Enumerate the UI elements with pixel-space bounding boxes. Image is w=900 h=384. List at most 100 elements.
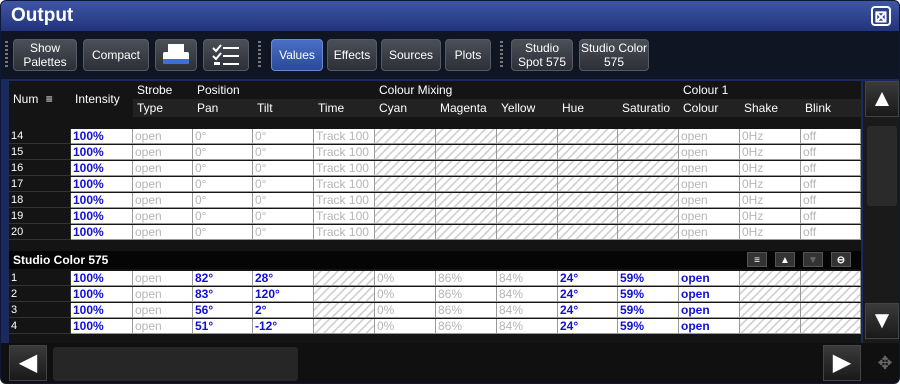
scroll-down-icon[interactable]: ▼ <box>865 303 899 339</box>
magenta-cell[interactable]: 86% <box>436 271 497 286</box>
tilt-cell[interactable]: 0° <box>253 161 314 176</box>
resize-grip-icon[interactable]: ✥ <box>873 351 897 375</box>
cyan-cell[interactable]: 0% <box>375 271 436 286</box>
tab-effects[interactable]: Effects <box>327 39 377 71</box>
tilt-cell[interactable]: 0° <box>253 209 314 224</box>
blink-cell[interactable] <box>801 287 861 302</box>
table-row[interactable]: 1 100% open 82° 28° 0% 86% 84% 24° 59% o… <box>9 271 861 287</box>
time-cell[interactable] <box>314 319 375 334</box>
pan-cell[interactable]: 0° <box>193 209 253 224</box>
magenta-cell[interactable] <box>436 209 497 224</box>
saturation-cell[interactable] <box>618 225 679 240</box>
blink-cell[interactable]: off <box>801 145 861 160</box>
colour-cell[interactable]: open <box>679 145 740 160</box>
toolbar-grip[interactable] <box>500 41 503 69</box>
position-header[interactable]: Position <box>193 81 375 99</box>
pan-cell[interactable]: 56° <box>193 303 253 318</box>
hue-cell[interactable] <box>558 177 618 192</box>
magenta-cell[interactable] <box>436 225 497 240</box>
pan-cell[interactable]: 83° <box>193 287 253 302</box>
hue-cell[interactable] <box>558 209 618 224</box>
shake-header[interactable]: Shake <box>740 99 801 117</box>
magenta-header[interactable]: Magenta <box>436 99 497 117</box>
tilt-cell[interactable]: 0° <box>253 145 314 160</box>
colour-cell[interactable]: open <box>679 177 740 192</box>
hue-cell[interactable] <box>558 193 618 208</box>
tilt-cell[interactable]: 0° <box>253 193 314 208</box>
intensity-cell[interactable]: 100% <box>71 303 133 318</box>
tab-values[interactable]: Values <box>271 39 323 71</box>
type-cell[interactable]: open <box>133 129 193 144</box>
colour1-header[interactable]: Colour 1 <box>679 81 861 99</box>
blink-cell[interactable]: off <box>801 129 861 144</box>
show-palettes-button[interactable]: Show Palettes <box>13 39 77 71</box>
pan-cell[interactable]: 0° <box>193 129 253 144</box>
intensity-cell[interactable]: 100% <box>71 271 133 286</box>
row-num[interactable]: 2 <box>9 287 71 302</box>
row-num[interactable]: 15 <box>9 145 71 160</box>
scroll-up-icon[interactable]: ▲ <box>865 81 899 117</box>
blink-header[interactable]: Blink <box>801 99 861 117</box>
colour-cell[interactable]: open <box>679 271 740 286</box>
toolbar-grip[interactable] <box>5 41 8 69</box>
tab-plots[interactable]: Plots <box>445 39 491 71</box>
shake-cell[interactable] <box>740 271 801 286</box>
row-num[interactable]: 4 <box>9 319 71 334</box>
cyan-cell[interactable]: 0% <box>375 319 436 334</box>
pan-cell[interactable]: 0° <box>193 161 253 176</box>
saturation-cell[interactable]: 59% <box>618 287 679 302</box>
vertical-scroll-thumb[interactable] <box>867 126 897 206</box>
colour-cell[interactable]: open <box>679 193 740 208</box>
tilt-header[interactable]: Tilt <box>253 99 314 117</box>
close-icon[interactable]: ⊠ <box>871 6 891 26</box>
yellow-cell[interactable] <box>497 129 558 144</box>
vertical-scrollbar[interactable]: ▲ ▼ <box>863 81 899 343</box>
pan-cell[interactable]: 0° <box>193 193 253 208</box>
pan-cell[interactable]: 82° <box>193 271 253 286</box>
row-num[interactable]: 1 <box>9 271 71 286</box>
blink-cell[interactable]: off <box>801 177 861 192</box>
time-cell[interactable]: Track 100 <box>314 177 375 192</box>
yellow-cell[interactable] <box>497 161 558 176</box>
cyan-cell[interactable] <box>375 177 436 192</box>
hue-cell[interactable]: 24° <box>558 319 618 334</box>
colour-cell[interactable]: open <box>679 209 740 224</box>
colour-cell[interactable]: open <box>679 303 740 318</box>
intensity-cell[interactable]: 100% <box>71 129 133 144</box>
toolbar-grip[interactable] <box>258 41 261 69</box>
yellow-cell[interactable] <box>497 177 558 192</box>
row-num[interactable]: 18 <box>9 193 71 208</box>
time-cell[interactable]: Track 100 <box>314 161 375 176</box>
type-cell[interactable]: open <box>133 209 193 224</box>
intensity-cell[interactable]: 100% <box>71 319 133 334</box>
yellow-cell[interactable] <box>497 193 558 208</box>
shake-cell[interactable] <box>740 287 801 302</box>
colour-header[interactable]: Colour <box>679 99 740 117</box>
remove-icon[interactable]: ⊖ <box>831 252 851 267</box>
type-cell[interactable]: open <box>133 287 193 302</box>
colour-cell[interactable]: open <box>679 161 740 176</box>
tilt-cell[interactable]: 120° <box>253 287 314 302</box>
tilt-cell[interactable]: 28° <box>253 271 314 286</box>
time-cell[interactable]: Track 100 <box>314 209 375 224</box>
tilt-cell[interactable]: -12° <box>253 319 314 334</box>
time-header[interactable]: Time <box>314 99 375 117</box>
strobe-header[interactable]: Strobe <box>133 81 193 99</box>
yellow-cell[interactable] <box>497 225 558 240</box>
table-row[interactable]: 2 100% open 83° 120° 0% 86% 84% 24° 59% … <box>9 287 861 303</box>
intensity-cell[interactable]: 100% <box>71 177 133 192</box>
printer-button[interactable] <box>155 39 197 71</box>
row-num[interactable]: 3 <box>9 303 71 318</box>
cyan-header[interactable]: Cyan <box>375 99 436 117</box>
cyan-cell[interactable] <box>375 193 436 208</box>
blink-cell[interactable] <box>801 271 861 286</box>
pan-cell[interactable]: 0° <box>193 225 253 240</box>
magenta-cell[interactable]: 86% <box>436 287 497 302</box>
table-row[interactable]: 17 100% open 0° 0° Track 100 open 0Hz of… <box>9 177 861 193</box>
table-row[interactable]: 14 100% open 0° 0° Track 100 open 0Hz of… <box>9 129 861 145</box>
time-cell[interactable]: Track 100 <box>314 193 375 208</box>
saturation-cell[interactable]: 59% <box>618 271 679 286</box>
magenta-cell[interactable] <box>436 145 497 160</box>
tilt-cell[interactable]: 2° <box>253 303 314 318</box>
sort-icon[interactable]: ≡ <box>747 252 767 267</box>
